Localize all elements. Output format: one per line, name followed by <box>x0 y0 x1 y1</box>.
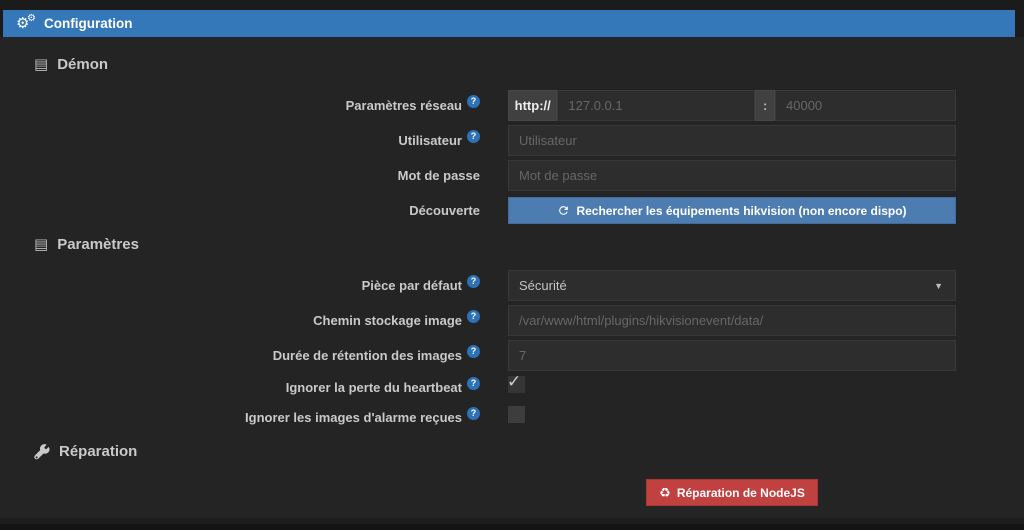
chevron-down-icon: ▼ <box>934 280 943 291</box>
password-row: Mot de passe <box>0 160 1024 191</box>
network-row: Paramètres réseau ? http:// : <box>0 90 1024 121</box>
wrench-icon <box>34 443 50 460</box>
check-icon: ✓ <box>507 372 522 391</box>
section-daemon: ▤ Démon <box>34 55 1024 74</box>
discovery-row: Découverte Rechercher les équipements hi… <box>0 195 1024 226</box>
ignore-alarm-images-checkbox[interactable]: ✓ <box>508 406 525 423</box>
configuration-page: ⚙ ⚙ Configuration ▤ Démon Paramètres rés… <box>0 0 1024 530</box>
repair-button-row: ♻ Réparation de NodeJS <box>0 477 1024 508</box>
password-label: Mot de passe <box>397 168 480 183</box>
network-label: Paramètres réseau <box>345 98 462 113</box>
retention-input[interactable] <box>508 340 956 371</box>
section-parameters: ▤ Paramètres <box>34 235 1024 254</box>
refresh-icon <box>557 204 570 217</box>
section-repair-title: Réparation <box>59 443 138 460</box>
ignore-heartbeat-label: Ignorer la perte du heartbeat <box>285 379 462 395</box>
ignore-alarm-images-row: Ignorer les images d'alarme reçues ? ✓ <box>0 405 1024 429</box>
section-repair: Réparation <box>34 442 1024 461</box>
ignore-alarm-images-label: Ignorer les images d'alarme reçues <box>245 409 462 425</box>
default-room-value: Sécurité <box>519 278 567 293</box>
section-parameters-title: Paramètres <box>57 236 139 253</box>
network-help-icon[interactable]: ? <box>467 95 480 108</box>
section-daemon-title: Démon <box>57 56 109 73</box>
repair-nodejs-label: Réparation de NodeJS <box>676 485 805 500</box>
default-room-select[interactable]: Sécurité ▼ <box>508 270 956 301</box>
retention-label: Durée de rétention des images <box>272 348 462 363</box>
ip-input[interactable] <box>557 90 756 121</box>
image-path-help-icon[interactable]: ? <box>467 310 480 323</box>
user-label: Utilisateur <box>398 133 462 148</box>
default-room-help-icon[interactable]: ? <box>467 275 480 288</box>
user-help-icon[interactable]: ? <box>467 130 480 143</box>
list-icon: ▤ <box>34 56 49 73</box>
search-devices-button[interactable]: Rechercher les équipements hikvision (no… <box>508 197 956 224</box>
top-spacer <box>0 0 1024 10</box>
ignore-heartbeat-help-icon[interactable]: ? <box>467 376 480 390</box>
retention-row: Durée de rétention des images ? <box>0 340 1024 371</box>
ignore-alarm-images-help-icon[interactable]: ? <box>467 406 480 420</box>
page-title: Configuration <box>44 16 133 31</box>
image-path-label: Chemin stockage image <box>313 313 462 328</box>
port-separator: : <box>755 90 775 121</box>
recycle-icon: ♻ <box>659 484 671 500</box>
user-row: Utilisateur ? <box>0 125 1024 156</box>
port-input[interactable] <box>775 90 956 121</box>
user-input[interactable] <box>508 125 956 156</box>
search-devices-label: Rechercher les équipements hikvision (no… <box>576 203 907 218</box>
image-path-input[interactable] <box>508 305 956 336</box>
ignore-heartbeat-row: Ignorer la perte du heartbeat ? ✓ <box>0 372 1024 399</box>
default-room-label: Pièce par défaut <box>361 278 462 293</box>
repair-nodejs-button[interactable]: ♻ Réparation de NodeJS <box>646 479 818 506</box>
image-path-row: Chemin stockage image ? <box>0 305 1024 336</box>
configuration-panel: ▤ Démon Paramètres réseau ? http:// : <box>0 37 1024 518</box>
bottom-edge <box>0 524 1024 530</box>
password-input[interactable] <box>508 160 956 191</box>
page-header: ⚙ ⚙ Configuration <box>3 10 1015 37</box>
list-icon: ▤ <box>34 236 49 253</box>
discovery-label: Découverte <box>409 203 480 218</box>
gears-icon: ⚙ ⚙ <box>16 12 36 32</box>
retention-help-icon[interactable]: ? <box>467 345 480 358</box>
ignore-heartbeat-checkbox[interactable]: ✓ <box>507 372 525 393</box>
protocol-addon: http:// <box>508 90 558 121</box>
default-room-row: Pièce par défaut ? Sécurité ▼ <box>0 270 1024 301</box>
